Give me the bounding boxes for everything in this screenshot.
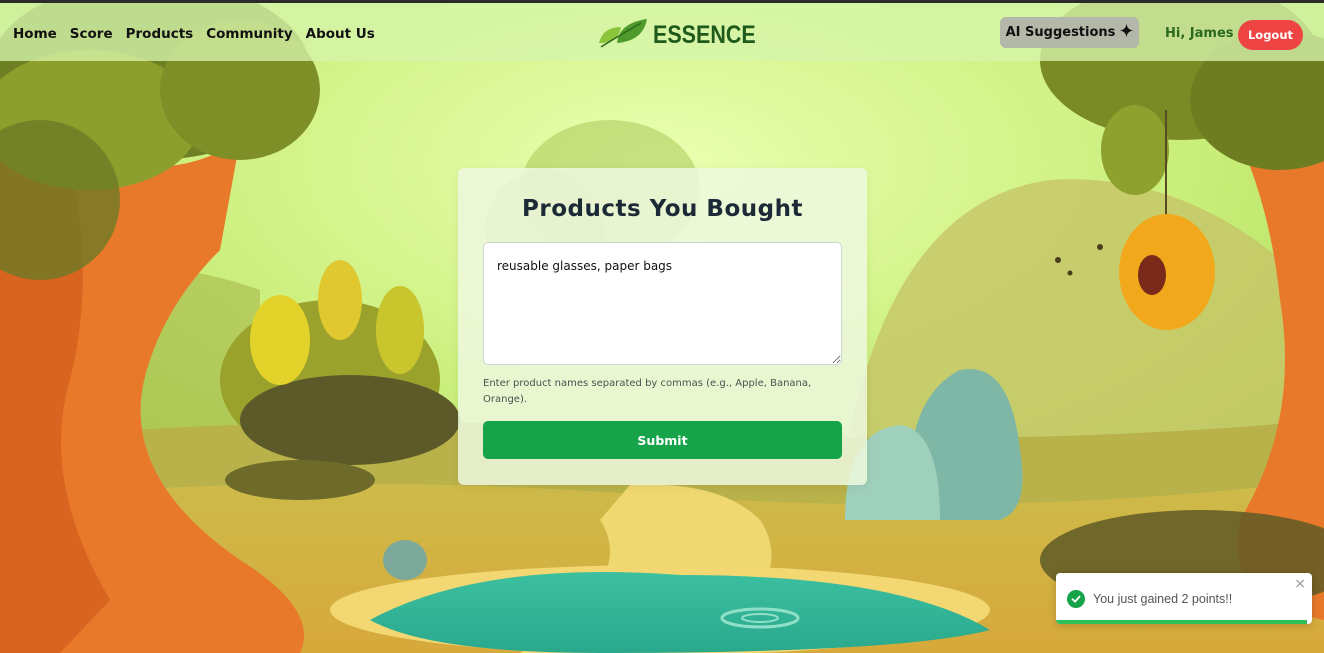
logout-button[interactable]: Logout: [1238, 20, 1303, 50]
sparkle-icon: [1120, 24, 1134, 41]
top-navbar: Home Score Products Community About Us E…: [0, 0, 1324, 61]
check-circle-icon: [1067, 590, 1085, 608]
toast-progress-bar: [1056, 620, 1307, 624]
nav-about-us[interactable]: About Us: [306, 26, 375, 42]
nav-community[interactable]: Community: [206, 26, 292, 42]
leaf-logo-icon: [597, 17, 649, 54]
submit-button[interactable]: Submit: [483, 421, 842, 459]
nav-score[interactable]: Score: [70, 26, 113, 42]
ai-suggestions-label: AI Suggestions: [1005, 25, 1116, 40]
products-form-card: Products You Bought Enter product names …: [458, 168, 867, 485]
brand-name: ESSENCE: [653, 21, 756, 49]
brand-logo[interactable]: ESSENCE: [597, 17, 772, 54]
success-toast: You just gained 2 points!! ×: [1056, 573, 1312, 624]
close-icon[interactable]: ×: [1294, 576, 1306, 592]
toast-message: You just gained 2 points!!: [1093, 592, 1233, 606]
products-textarea[interactable]: [483, 242, 842, 365]
nav-products[interactable]: Products: [126, 26, 194, 42]
page-title: Products You Bought: [522, 196, 803, 222]
products-hint: Enter product names separated by commas …: [483, 378, 812, 405]
ai-suggestions-button[interactable]: AI Suggestions: [1000, 17, 1139, 48]
main-nav: Home Score Products Community About Us: [13, 26, 375, 42]
user-greeting: Hi, James: [1165, 26, 1234, 41]
nav-home[interactable]: Home: [13, 26, 57, 42]
